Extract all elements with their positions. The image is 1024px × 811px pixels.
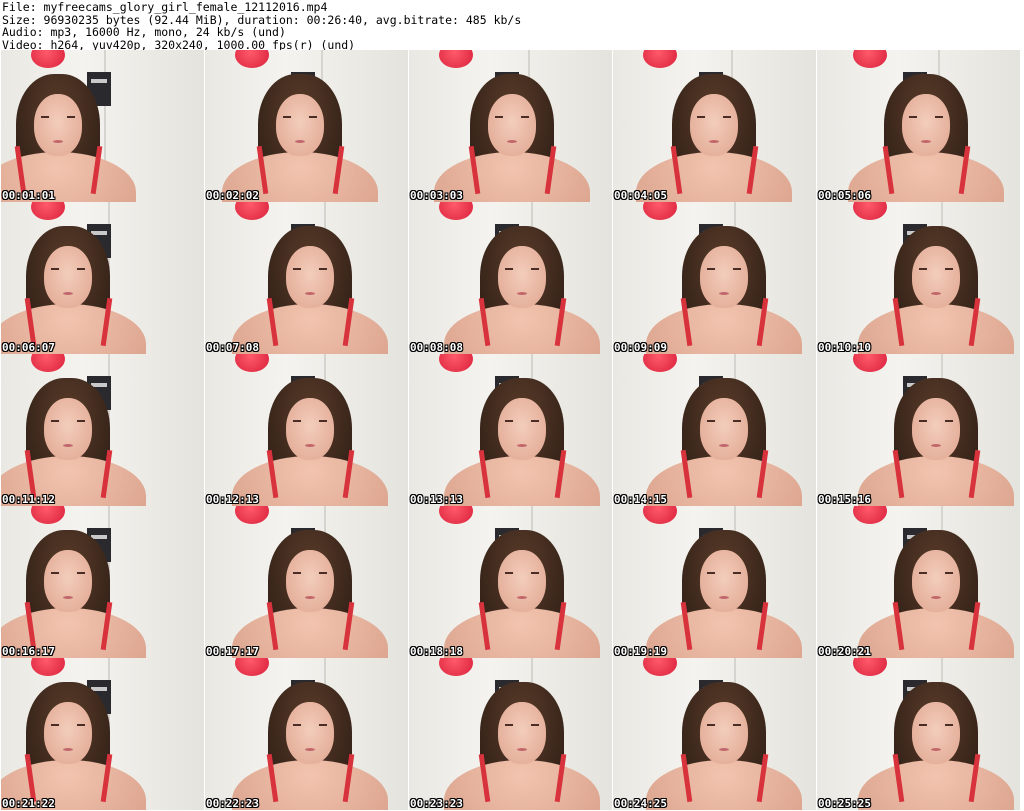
video-thumbnail: 00:02:02	[205, 50, 408, 202]
face-shape	[44, 398, 92, 460]
face-shape	[44, 702, 92, 764]
timestamp-label: 00:25:25	[818, 797, 871, 810]
timestamp-label: 00:04:05	[614, 189, 667, 202]
face-shape	[286, 550, 334, 612]
video-thumbnail: 00:16:17	[1, 506, 204, 658]
video-thumbnail: 00:01:01	[1, 50, 204, 202]
timestamp-label: 00:15:16	[818, 493, 871, 506]
timestamp-label: 00:18:18	[410, 645, 463, 658]
face-shape	[488, 94, 536, 156]
face-shape	[34, 94, 82, 156]
timestamp-label: 00:05:06	[818, 189, 871, 202]
timestamp-label: 00:02:02	[206, 189, 259, 202]
face-shape	[498, 246, 546, 308]
face-shape	[44, 550, 92, 612]
video-thumbnail: 00:13:13	[409, 354, 612, 506]
timestamp-label: 00:14:15	[614, 493, 667, 506]
timestamp-label: 00:10:10	[818, 341, 871, 354]
face-shape	[700, 702, 748, 764]
video-thumbnail: 00:22:23	[205, 658, 408, 810]
timestamp-label: 00:22:23	[206, 797, 259, 810]
face-shape	[700, 246, 748, 308]
video-thumbnail: 00:23:23	[409, 658, 612, 810]
video-thumbnail: 00:19:19	[613, 506, 816, 658]
video-thumbnail: 00:03:03	[409, 50, 612, 202]
face-shape	[286, 246, 334, 308]
timestamp-label: 00:01:01	[2, 189, 55, 202]
face-shape	[44, 246, 92, 308]
face-shape	[912, 398, 960, 460]
video-thumbnail: 00:05:06	[817, 50, 1020, 202]
audio-info-line: Audio: mp3, 16000 Hz, mono, 24 kb/s (und…	[2, 25, 286, 40]
video-thumbnail: 00:21:22	[1, 658, 204, 810]
face-shape	[912, 550, 960, 612]
face-shape	[700, 550, 748, 612]
video-thumbnail: 00:11:12	[1, 354, 204, 506]
video-thumbnail: 00:20:21	[817, 506, 1020, 658]
file-name-line: File: myfreecams_glory_girl_female_12112…	[2, 0, 328, 14]
timestamp-label: 00:13:13	[410, 493, 463, 506]
video-thumbnail: 00:25:25	[817, 658, 1020, 810]
video-thumbnail: 00:17:17	[205, 506, 408, 658]
video-thumbnail: 00:10:10	[817, 202, 1020, 354]
file-info-header: File: myfreecams_glory_girl_female_12112…	[0, 0, 1024, 51]
face-shape	[912, 702, 960, 764]
timestamp-label: 00:08:08	[410, 341, 463, 354]
timestamp-label: 00:20:21	[818, 645, 871, 658]
face-shape	[902, 94, 950, 156]
timestamp-label: 00:21:22	[2, 797, 55, 810]
face-shape	[700, 398, 748, 460]
face-shape	[498, 550, 546, 612]
face-shape	[286, 398, 334, 460]
timestamp-label: 00:11:12	[2, 493, 55, 506]
timestamp-label: 00:09:09	[614, 341, 667, 354]
timestamp-label: 00:17:17	[206, 645, 259, 658]
video-thumbnail: 00:08:08	[409, 202, 612, 354]
video-thumbnail: 00:09:09	[613, 202, 816, 354]
face-shape	[276, 94, 324, 156]
timestamp-label: 00:19:19	[614, 645, 667, 658]
timestamp-label: 00:06:07	[2, 341, 55, 354]
video-thumbnail: 00:14:15	[613, 354, 816, 506]
video-thumbnail: 00:04:05	[613, 50, 816, 202]
face-shape	[912, 246, 960, 308]
timestamp-label: 00:16:17	[2, 645, 55, 658]
face-shape	[498, 702, 546, 764]
thumbnail-grid: 00:01:01 00:02:02 00:03:03 00:04:05 00:05:06…	[1, 50, 1020, 810]
video-thumbnail: 00:06:07	[1, 202, 204, 354]
timestamp-label: 00:03:03	[410, 189, 463, 202]
timestamp-label: 00:23:23	[410, 797, 463, 810]
face-shape	[690, 94, 738, 156]
face-shape	[498, 398, 546, 460]
video-thumbnail: 00:18:18	[409, 506, 612, 658]
timestamp-label: 00:24:25	[614, 797, 667, 810]
video-thumbnail: 00:07:08	[205, 202, 408, 354]
face-shape	[286, 702, 334, 764]
video-thumbnail: 00:24:25	[613, 658, 816, 810]
video-thumbnail: 00:12:13	[205, 354, 408, 506]
timestamp-label: 00:07:08	[206, 341, 259, 354]
video-thumbnail: 00:15:16	[817, 354, 1020, 506]
timestamp-label: 00:12:13	[206, 493, 259, 506]
